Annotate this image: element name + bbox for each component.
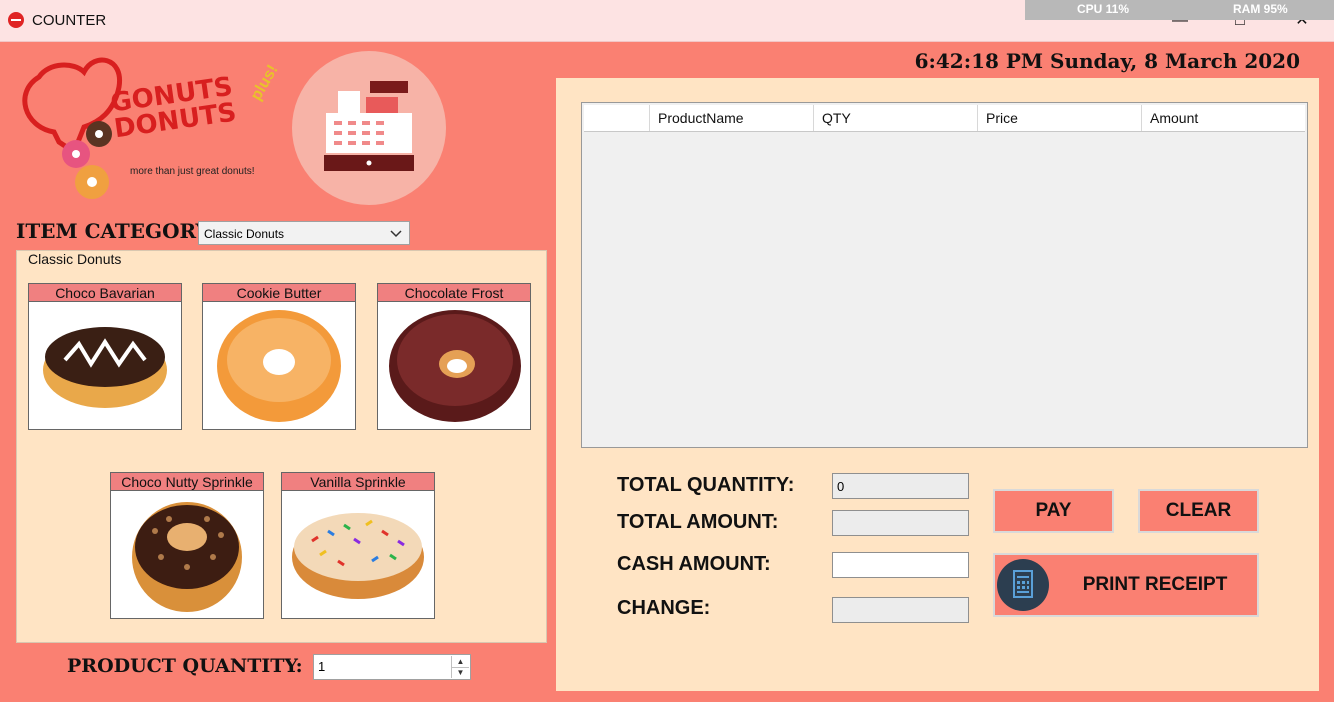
grid-column-price[interactable]: Price bbox=[978, 105, 1142, 131]
product-label: Chocolate Frost bbox=[377, 283, 531, 302]
product-quantity-stepper[interactable]: 1 ▲ ▼ bbox=[313, 654, 471, 680]
receipt-icon bbox=[997, 559, 1049, 611]
product-cookie-butter[interactable]: Cookie Butter bbox=[202, 283, 356, 430]
chevron-down-icon bbox=[390, 230, 402, 238]
total-quantity-field: 0 bbox=[832, 473, 969, 499]
product-group-title: Classic Donuts bbox=[26, 251, 124, 267]
cash-amount-input[interactable] bbox=[832, 552, 969, 578]
grid-column-productname[interactable]: ProductName bbox=[650, 105, 814, 131]
donut-image[interactable] bbox=[377, 302, 531, 430]
ram-usage: RAM 95% bbox=[1233, 2, 1288, 16]
change-field bbox=[832, 597, 969, 623]
product-label: Choco Bavarian bbox=[28, 283, 182, 302]
grid-column-rowheader[interactable] bbox=[584, 105, 650, 131]
brand-logo: GONUTS DONUTS plus! more than just great… bbox=[14, 52, 294, 202]
product-label: Cookie Butter bbox=[202, 283, 356, 302]
stepper-up-icon[interactable]: ▲ bbox=[452, 656, 469, 668]
window-title: COUNTER bbox=[32, 12, 107, 29]
grid-column-qty[interactable]: QTY bbox=[814, 105, 978, 131]
donut-image[interactable] bbox=[110, 491, 264, 619]
grid-column-amount[interactable]: Amount bbox=[1142, 105, 1305, 131]
product-quantity-label: PRODUCT QUANTITY: bbox=[67, 655, 303, 677]
total-amount-label: TOTAL AMOUNT: bbox=[617, 511, 779, 533]
datetime-display: 6:42:18 PM Sunday, 8 March 2020 bbox=[914, 49, 1300, 73]
total-amount-field bbox=[832, 510, 969, 536]
change-label: CHANGE: bbox=[617, 597, 711, 619]
stepper-down-icon[interactable]: ▼ bbox=[452, 668, 469, 678]
logo-tagline: more than just great donuts! bbox=[130, 166, 255, 177]
pay-button[interactable]: PAY bbox=[993, 489, 1114, 533]
product-choco-bavarian[interactable]: Choco Bavarian bbox=[28, 283, 182, 430]
cash-amount-label: CASH AMOUNT: bbox=[617, 553, 771, 575]
print-receipt-button[interactable]: PRINT RECEIPT bbox=[993, 553, 1259, 617]
product-quantity-value: 1 bbox=[318, 659, 326, 674]
order-grid[interactable]: ProductName QTY Price Amount bbox=[581, 102, 1308, 448]
product-label: Choco Nutty Sprinkle bbox=[110, 472, 264, 491]
product-vanilla-sprinkle[interactable]: Vanilla Sprinkle bbox=[281, 472, 435, 619]
cpu-usage: CPU 11% bbox=[1077, 2, 1130, 16]
stepper-buttons[interactable]: ▲ ▼ bbox=[451, 656, 469, 678]
donut-image[interactable] bbox=[28, 302, 182, 430]
donut-image[interactable] bbox=[202, 302, 356, 430]
item-category-label: ITEM CATEGORY: bbox=[16, 219, 215, 243]
order-grid-header: ProductName QTY Price Amount bbox=[584, 105, 1305, 132]
product-choco-nutty-sprinkle[interactable]: Choco Nutty Sprinkle bbox=[110, 472, 264, 619]
donut-image[interactable] bbox=[281, 491, 435, 619]
product-label: Vanilla Sprinkle bbox=[281, 472, 435, 491]
clear-button[interactable]: CLEAR bbox=[1138, 489, 1259, 533]
item-category-value: Classic Donuts bbox=[204, 227, 285, 241]
total-quantity-label: TOTAL QUANTITY: bbox=[617, 474, 795, 496]
item-category-select[interactable]: Classic Donuts bbox=[198, 221, 410, 245]
cash-register-icon bbox=[292, 51, 446, 205]
product-chocolate-frost[interactable]: Chocolate Frost bbox=[377, 283, 531, 430]
system-monitor: CPU 11% RAM 95% bbox=[1025, 0, 1334, 20]
app-logo-icon bbox=[8, 12, 24, 28]
print-receipt-label: PRINT RECEIPT bbox=[1082, 574, 1228, 595]
